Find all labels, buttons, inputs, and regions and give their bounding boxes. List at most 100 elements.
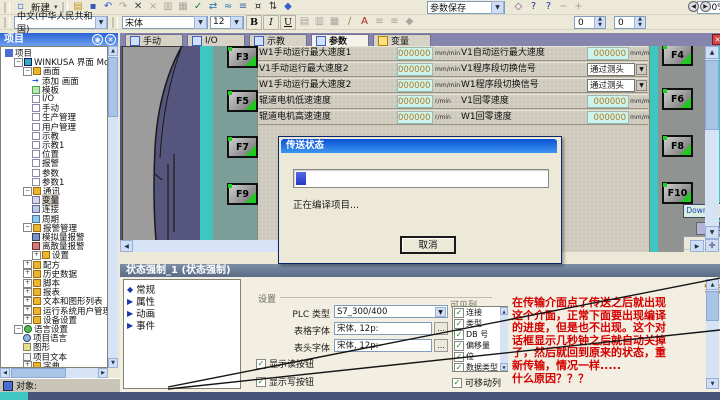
column-checkbox-位[interactable]: ✓位	[454, 351, 474, 362]
spinner-arrows-icon[interactable]: ▲▼	[594, 17, 605, 28]
properties-titlebar[interactable]: 状态强制_1 (状态强制)	[120, 264, 720, 277]
tab-I/O[interactable]: I/O	[187, 34, 245, 46]
tab-参数[interactable]: 参数	[311, 34, 369, 46]
compile-icon[interactable]: ◇	[512, 1, 525, 13]
show-read-button-checkbox[interactable]: ✓ 显示读按钮	[256, 357, 314, 370]
fkey-F8-button[interactable]: F8	[662, 135, 693, 157]
font-combobox[interactable]: 宋体 ▼	[122, 16, 208, 29]
param-dropdown[interactable]: 通过测头	[587, 79, 635, 92]
param-value-field[interactable]: 000000	[587, 95, 629, 108]
param-value-field[interactable]: 000000	[587, 47, 629, 60]
editor-horizontal-scrollbar[interactable]	[133, 240, 278, 252]
underline-button[interactable]: U	[280, 15, 296, 30]
tab-示教[interactable]: 示教	[249, 34, 307, 46]
table-font-field[interactable]: 宋体, 12p:	[334, 322, 432, 335]
expand-icon[interactable]: +	[23, 306, 32, 315]
link-icon[interactable]: ≈	[222, 1, 235, 13]
spinner-arrows-icon[interactable]: ▲▼	[634, 17, 645, 28]
fkey-F10-button[interactable]: F10	[662, 182, 693, 204]
italic-button[interactable]: I	[263, 15, 279, 30]
help2-icon[interactable]: ?	[542, 1, 555, 13]
expand-icon[interactable]: +	[23, 260, 32, 269]
toolbar-grip[interactable]	[4, 2, 10, 13]
column-checkbox-偏移量[interactable]: ✓偏移量	[454, 340, 490, 351]
header-font-browse-button[interactable]: ...	[434, 339, 448, 352]
fkey-F3-button[interactable]: F3	[227, 46, 258, 68]
props-nav-事件[interactable]: ▶事件	[127, 319, 155, 331]
pin-button[interactable]: ◉	[92, 34, 103, 45]
scroll-down-icon[interactable]: ▼	[108, 358, 118, 368]
collapse-icon[interactable]: −	[23, 223, 32, 232]
font-color-icon[interactable]: A	[358, 16, 371, 28]
y-position-spinner[interactable]: 0 ▲▼	[614, 16, 646, 29]
x-position-spinner[interactable]: 0 ▲▼	[574, 16, 606, 29]
scroll-down-icon[interactable]: ▼	[706, 378, 719, 389]
delete-icon[interactable]: ✕	[132, 1, 145, 13]
bold-button[interactable]: B	[246, 15, 262, 30]
expand-icon[interactable]: +	[23, 297, 32, 306]
movable-columns-checkbox[interactable]: ✓ 可移动列	[452, 376, 501, 389]
scroll-down-icon[interactable]: ▼	[500, 363, 508, 371]
tab-close-icon[interactable]: ✕	[712, 34, 720, 45]
scroll-up-icon[interactable]: ▲	[500, 307, 508, 315]
help-icon[interactable]: ?	[527, 1, 540, 13]
action-combobox[interactable]: 参数保存 ▼	[427, 1, 505, 14]
language-combobox[interactable]: 中文(中华人民共和国) ▼	[14, 16, 108, 29]
scroll-left-icon[interactable]: ◀	[120, 240, 133, 252]
fkey-F4-button[interactable]: F4	[662, 46, 693, 66]
scroll-up-icon[interactable]: ▲	[705, 46, 719, 59]
check-icon[interactable]: ✓	[192, 1, 205, 13]
font-size-combobox[interactable]: 12 ▼	[210, 16, 244, 29]
editor-vertical-scrollbar[interactable]: ▲ ▼ ✛	[705, 46, 719, 252]
param-value-field[interactable]: 000000	[397, 111, 433, 124]
combobox-arrow-icon[interactable]: ▼	[491, 1, 504, 14]
scroll-left-icon[interactable]: ◀	[0, 368, 10, 378]
param-value-field[interactable]: 000000	[587, 111, 629, 124]
combobox-arrow-icon[interactable]: ▼	[95, 16, 107, 29]
column-checkbox-数据类型[interactable]: ✓数据类型	[454, 362, 498, 372]
collapse-icon[interactable]: −	[23, 187, 32, 196]
cancel-button[interactable]: 取消	[400, 236, 456, 254]
expand-icon[interactable]: +	[32, 251, 41, 260]
scroll-thumb[interactable]	[11, 368, 66, 378]
param-dropdown[interactable]: 通过测头	[587, 63, 635, 76]
param-value-field[interactable]: 000000	[397, 47, 433, 60]
plc-type-combobox[interactable]: S7_300/400 ▼	[334, 305, 448, 318]
collapse-icon[interactable]: −	[14, 325, 23, 334]
scroll-up-icon[interactable]: ▲	[108, 46, 118, 56]
find-icon[interactable]: ¤	[252, 1, 265, 13]
collapse-icon[interactable]: −	[23, 67, 32, 76]
tab-scroll-left-icon[interactable]: ◀	[688, 1, 699, 12]
scroll-right-icon[interactable]: ▶	[98, 368, 108, 378]
column-checkbox-DB 号[interactable]: ✓DB 号	[454, 329, 488, 340]
param-value-field[interactable]: 000000	[397, 63, 433, 76]
expand-icon[interactable]: +	[23, 315, 32, 324]
show-write-button-checkbox[interactable]: ✓ 显示写按钮	[256, 375, 314, 388]
scroll-thumb[interactable]	[108, 57, 118, 117]
sync-icon[interactable]: ⇄	[207, 1, 220, 13]
column-checkbox-连接[interactable]: ✓连接	[454, 307, 482, 318]
pan-icon[interactable]: ✛	[705, 239, 719, 252]
fkey-F6-button[interactable]: F6	[662, 88, 693, 110]
replace-icon[interactable]: ⇅	[267, 1, 280, 13]
tree-horizontal-scrollbar[interactable]: ◀ ▶	[0, 368, 108, 378]
tree-vertical-scrollbar[interactable]: ▲ ▼	[108, 46, 118, 368]
fkey-F7-button[interactable]: F7	[227, 136, 258, 158]
header-font-field[interactable]: 宋体, 12p:	[334, 339, 432, 352]
scroll-thumb[interactable]	[705, 60, 719, 130]
scroll-up-icon[interactable]: ▲	[706, 279, 719, 290]
param-value-field[interactable]: 000000	[397, 79, 433, 92]
scroll-thumb[interactable]	[706, 291, 719, 321]
column-checkbox-类型[interactable]: ✓类型	[454, 318, 482, 329]
properties-scrollbar[interactable]: ▲ ▼	[706, 279, 719, 389]
tab-变量[interactable]: 变量	[373, 34, 431, 46]
tab-scroll-right-icon[interactable]: ▶	[700, 1, 711, 12]
expand-icon[interactable]: +	[23, 279, 32, 288]
scroll-down-icon[interactable]: ▼	[705, 226, 719, 239]
combobox-arrow-icon[interactable]: ▼	[435, 307, 446, 317]
fkey-F5-button[interactable]: F5	[227, 90, 258, 112]
dialog-titlebar[interactable]: 传送状态	[281, 139, 557, 153]
bar-icon[interactable]: ≡	[237, 1, 250, 13]
tag-icon[interactable]: ◆	[282, 1, 295, 13]
expand-icon[interactable]: +	[23, 269, 32, 278]
